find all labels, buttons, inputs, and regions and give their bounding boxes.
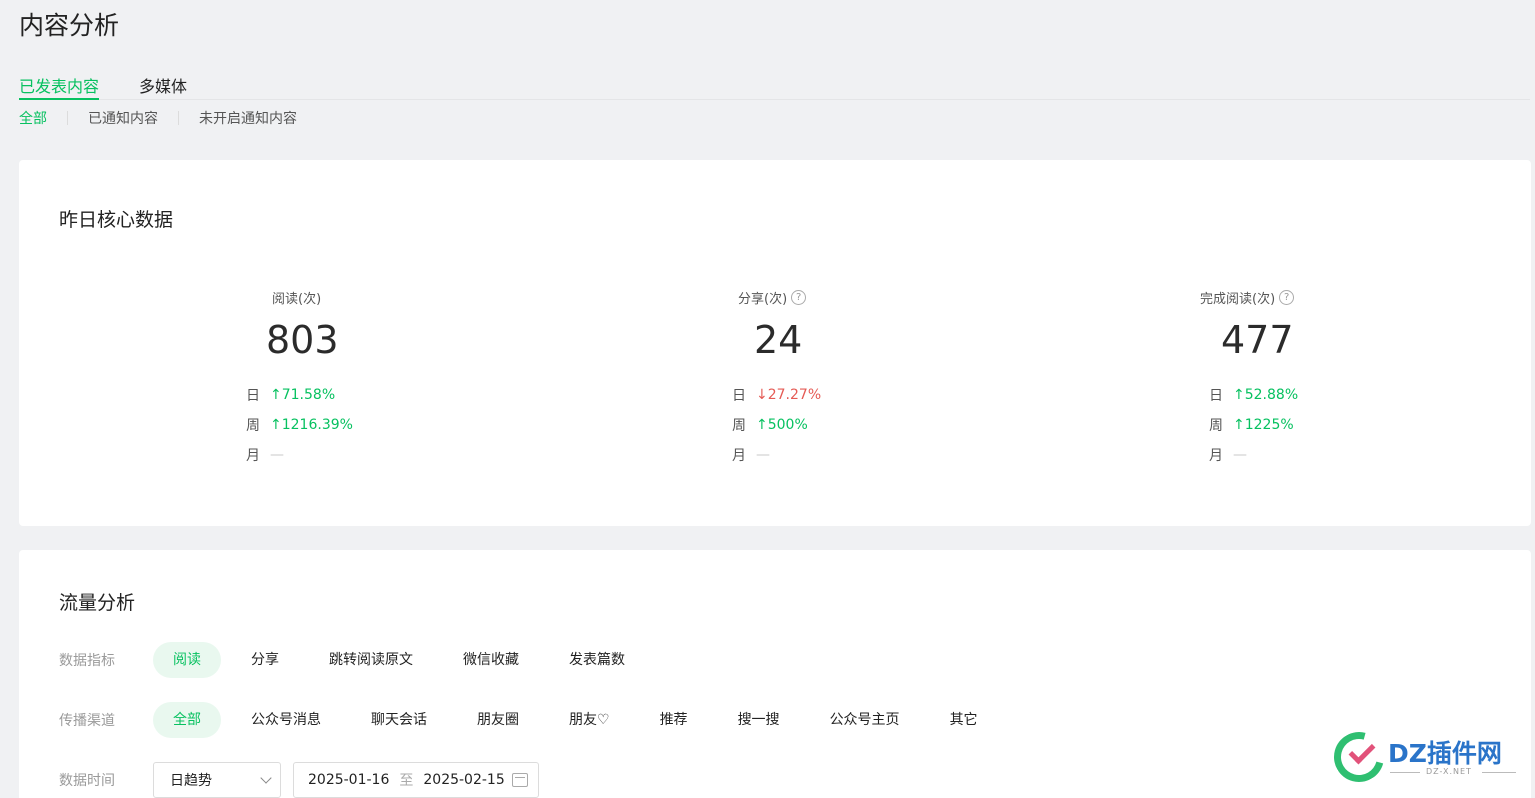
month-change: 月 —: [732, 445, 770, 465]
main-tabs: 已发表内容 多媒体: [19, 70, 1530, 100]
date-range-picker[interactable]: 2025-01-16 至 2025-02-15: [293, 762, 539, 798]
channel-chip-search[interactable]: 搜一搜: [718, 702, 800, 738]
channel-chip-friends-liked[interactable]: 朋友♡: [549, 702, 630, 738]
date-end: 2025-02-15: [423, 772, 505, 788]
month-change: 月 —: [1209, 445, 1247, 465]
month-change: 月 —: [246, 445, 284, 465]
channel-chip-messages[interactable]: 公众号消息: [231, 702, 341, 738]
week-change: 周 ↑ 1216.39%: [246, 415, 353, 435]
week-label: 周: [246, 418, 260, 434]
calendar-icon: [512, 773, 528, 787]
core-data-card: 昨日核心数据 阅读(次) 803 日 ↑ 71.58% 周 ↑ 1216.39%…: [19, 160, 1531, 526]
metric-value: 477: [1221, 318, 1294, 362]
trend-select-value: 日趋势: [170, 773, 212, 789]
arrow-up-icon: ↑: [1233, 417, 1245, 433]
indicator-chip-shares[interactable]: 分享: [231, 642, 299, 678]
month-change-value: —: [1233, 447, 1247, 463]
day-change: 日 ↑ 71.58%: [246, 385, 335, 405]
week-label: 周: [732, 418, 746, 434]
indicator-chip-reads[interactable]: 阅读: [153, 642, 221, 678]
month-change-value: —: [756, 447, 770, 463]
subtab-notified[interactable]: 已通知内容: [88, 108, 158, 128]
metric-value: 803: [266, 318, 339, 362]
week-change-value: 500%: [767, 417, 808, 433]
chevron-down-icon: [260, 772, 272, 784]
indicator-chip-posts[interactable]: 发表篇数: [549, 642, 645, 678]
channel-chip-homepage[interactable]: 公众号主页: [810, 702, 920, 738]
month-label: 月: [732, 448, 746, 464]
metric-label-text: 分享(次): [738, 292, 788, 307]
subtab-all[interactable]: 全部: [19, 108, 47, 128]
arrow-up-icon: ↑: [270, 417, 282, 433]
traffic-analysis-title: 流量分析: [59, 592, 136, 614]
metric-label: 完成阅读(次) ?: [1200, 288, 1295, 307]
subtab-not-notified[interactable]: 未开启通知内容: [199, 108, 297, 128]
channel-chip-recommend[interactable]: 推荐: [640, 702, 708, 738]
channel-chip-chat[interactable]: 聊天会话: [351, 702, 447, 738]
page-title: 内容分析: [19, 11, 120, 40]
date-range-separator: 至: [399, 773, 414, 789]
divider: [178, 111, 179, 125]
divider: [1482, 772, 1516, 773]
metric-label-text: 完成阅读(次): [1200, 292, 1276, 307]
metric-label: 阅读(次): [272, 288, 321, 307]
week-label: 周: [1209, 418, 1223, 434]
arrow-up-icon: ↑: [756, 417, 768, 433]
watermark-subtext: DZ-X.NET: [1426, 767, 1472, 776]
day-label: 日: [732, 388, 746, 404]
day-change-value: 71.58%: [281, 387, 336, 403]
day-label: 日: [246, 388, 260, 404]
metric-label-text: 阅读(次): [272, 292, 322, 307]
time-filter: 数据时间 日趋势 2025-01-16 至 2025-02-15: [59, 762, 539, 798]
day-label: 日: [1209, 388, 1223, 404]
indicator-label: 数据指标: [59, 653, 115, 669]
metric-value: 24: [754, 318, 803, 362]
channel-chip-other[interactable]: 其它: [930, 702, 998, 738]
arrow-up-icon: ↑: [270, 387, 282, 403]
tab-multimedia[interactable]: 多媒体: [139, 73, 187, 100]
day-change-value: 27.27%: [767, 387, 822, 403]
arrow-down-icon: ↓: [756, 387, 768, 403]
tab-published-content[interactable]: 已发表内容: [19, 73, 100, 100]
indicator-chip-original-link[interactable]: 跳转阅读原文: [309, 642, 433, 678]
day-change: 日 ↑ 52.88%: [1209, 385, 1298, 405]
arrow-up-icon: ↑: [1233, 387, 1245, 403]
indicator-filter: 数据指标 阅读 分享 跳转阅读原文 微信收藏 发表篇数: [59, 642, 655, 678]
trend-select[interactable]: 日趋势: [153, 762, 281, 798]
metric-label: 分享(次) ?: [738, 288, 807, 307]
channel-label: 传播渠道: [59, 713, 115, 729]
content-analysis-page: 内容分析 已发表内容 多媒体 全部 已通知内容 未开启通知内容 昨日核心数据 阅…: [0, 0, 1535, 798]
channel-chip-all[interactable]: 全部: [153, 702, 221, 738]
week-change-value: 1225%: [1244, 417, 1294, 433]
day-change-value: 52.88%: [1244, 387, 1299, 403]
month-label: 月: [1209, 448, 1223, 464]
divider: [67, 111, 68, 125]
indicator-chip-favorites[interactable]: 微信收藏: [443, 642, 539, 678]
week-change: 周 ↑ 1225%: [1209, 415, 1294, 435]
week-change-value: 1216.39%: [281, 417, 353, 433]
core-data-title: 昨日核心数据: [59, 209, 174, 231]
channel-chip-moments[interactable]: 朋友圈: [457, 702, 539, 738]
help-icon[interactable]: ?: [791, 290, 807, 305]
watermark-logo: DZ插件网 DZ-X.NET: [1324, 722, 1520, 792]
channel-filter: 传播渠道 全部 公众号消息 聊天会话 朋友圈 朋友♡ 推荐 搜一搜 公众号主页 …: [59, 702, 1008, 738]
date-start: 2025-01-16: [308, 772, 390, 788]
month-label: 月: [246, 448, 260, 464]
time-label: 数据时间: [59, 773, 115, 789]
month-change-value: —: [270, 447, 284, 463]
week-change: 周 ↑ 500%: [732, 415, 808, 435]
watermark-text: DZ插件网: [1388, 739, 1502, 768]
divider: [1390, 772, 1420, 773]
traffic-analysis-card: 流量分析 数据指标 阅读 分享 跳转阅读原文 微信收藏 发表篇数 传播渠道 全部…: [19, 550, 1531, 798]
help-icon[interactable]: ?: [1279, 290, 1295, 305]
sub-tabs: 全部 已通知内容 未开启通知内容: [19, 108, 297, 128]
day-change: 日 ↓ 27.27%: [732, 385, 821, 405]
